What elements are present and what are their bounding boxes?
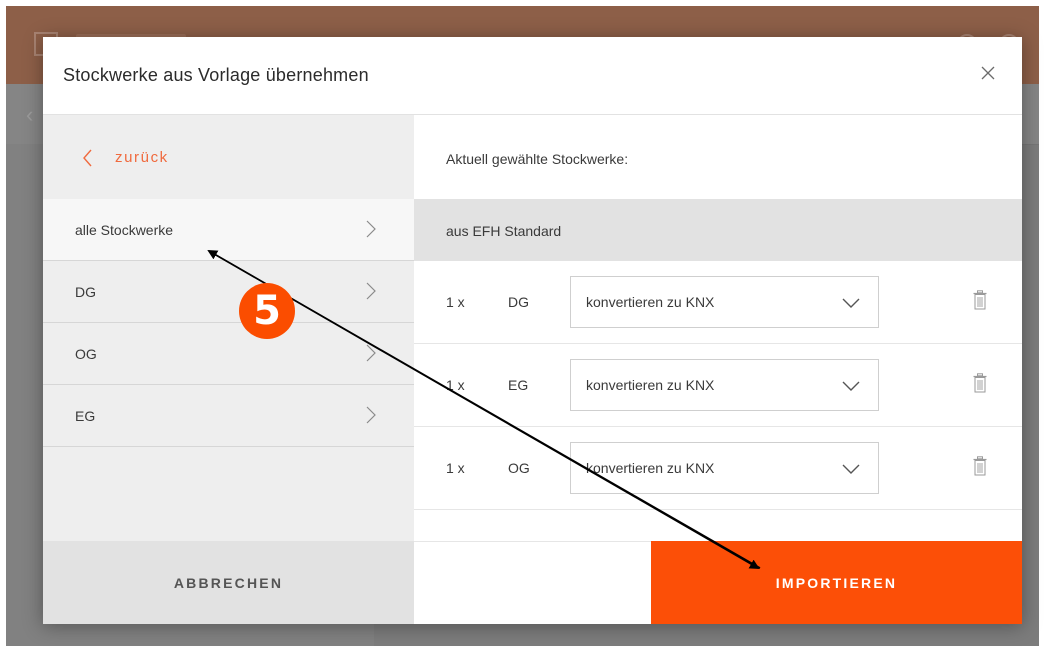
footer-spacer: [414, 541, 651, 624]
chevron-down-icon: [842, 298, 860, 308]
conversion-select[interactable]: konvertieren zu KNX: [570, 359, 879, 411]
floor-item-dg[interactable]: DG: [43, 261, 414, 323]
conversion-select-value: konvertieren zu KNX: [586, 294, 715, 310]
conversion-select[interactable]: konvertieren zu KNX: [570, 442, 879, 494]
trash-icon[interactable]: [973, 373, 987, 393]
selected-floor-row: 1 x DG konvertieren zu KNX: [414, 261, 1022, 344]
floor-item-eg[interactable]: EG: [43, 385, 414, 447]
floor-quantity: 1 x: [446, 377, 465, 393]
cancel-button[interactable]: ABBRECHEN: [43, 541, 414, 624]
chevron-down-icon: [842, 464, 860, 474]
selected-floors-panel: Aktuell gewählte Stockwerke: aus EFH Sta…: [414, 115, 1022, 541]
import-button[interactable]: IMPORTIEREN: [651, 541, 1022, 624]
floor-quantity: 1 x: [446, 294, 465, 310]
close-icon: [981, 66, 995, 80]
selected-floor-row: 1 x OG konvertieren zu KNX: [414, 427, 1022, 510]
dialog-title: Stockwerke aus Vorlage übernehmen: [63, 65, 369, 85]
step-number-badge: 5: [239, 283, 295, 339]
floor-name: OG: [508, 460, 530, 476]
floor-name: EG: [508, 377, 529, 393]
chevron-right-icon: [366, 344, 376, 362]
floor-quantity: 1 x: [446, 460, 465, 476]
selected-floor-row: 1 x EG konvertieren zu KNX: [414, 344, 1022, 427]
floor-name: DG: [508, 294, 529, 310]
chevron-right-icon: [366, 220, 376, 238]
selected-floors-heading: Aktuell gewählte Stockwerke:: [446, 151, 629, 167]
template-browser: zurück alle Stockwerke DG OG EG: [43, 115, 414, 541]
chevron-right-icon: [366, 406, 376, 424]
dialog-footer: ABBRECHEN IMPORTIEREN: [43, 541, 1022, 624]
floor-list: alle Stockwerke DG OG EG: [43, 199, 414, 447]
trash-icon[interactable]: [973, 456, 987, 476]
floor-item-label: EG: [75, 408, 96, 424]
back-label: zurück: [115, 149, 169, 166]
floor-item-label: alle Stockwerke: [75, 222, 174, 238]
template-group-header: aus EFH Standard: [414, 199, 1022, 261]
close-button[interactable]: [978, 63, 998, 83]
floor-item-all[interactable]: alle Stockwerke: [43, 199, 414, 261]
conversion-select-value: konvertieren zu KNX: [586, 377, 715, 393]
floor-item-label: DG: [75, 284, 96, 300]
trash-icon[interactable]: [973, 290, 987, 310]
template-name: aus EFH Standard: [446, 223, 562, 239]
conversion-select-value: konvertieren zu KNX: [586, 460, 715, 476]
dialog-header: Stockwerke aus Vorlage übernehmen: [43, 37, 1022, 115]
chevron-down-icon: [842, 381, 860, 391]
back-link[interactable]: zurück: [43, 115, 414, 199]
chevron-left-icon: [83, 149, 92, 167]
floor-item-og[interactable]: OG: [43, 323, 414, 385]
floor-item-label: OG: [75, 346, 97, 362]
chevron-left-icon: ‹: [26, 102, 34, 127]
conversion-select[interactable]: konvertieren zu KNX: [570, 276, 879, 328]
chevron-right-icon: [366, 282, 376, 300]
import-floors-dialog: Stockwerke aus Vorlage übernehmen zurück…: [43, 37, 1022, 624]
